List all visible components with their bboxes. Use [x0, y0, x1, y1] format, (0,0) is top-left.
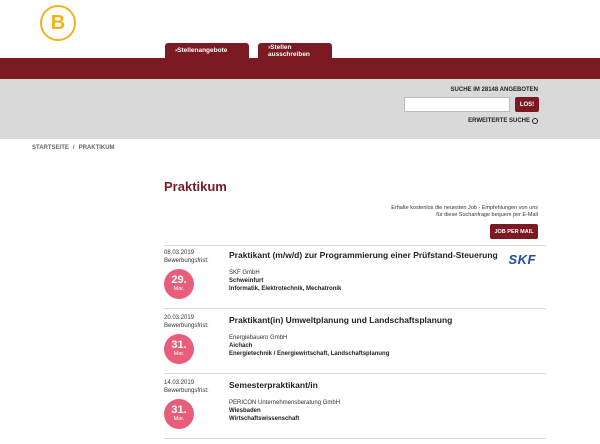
job-listing[interactable]: 14.03.2019 Bewerbungsfrist: 31. Mar. Sem…	[164, 380, 546, 435]
divider	[164, 308, 546, 309]
deadline-badge: 31. Mar.	[164, 334, 194, 364]
divider	[164, 438, 546, 439]
logo-letter: B	[50, 11, 66, 34]
job-field: Informatik, Elektrotechnik, Mechatronik	[229, 286, 342, 292]
deadline-label: Bewerbungsfrist:	[164, 388, 209, 394]
job-field: Energietechnik / Energiewirtschaft, Land…	[229, 351, 390, 357]
job-mail-text-line-2: für diese Suchanfrage bequem per E-Mail	[436, 212, 538, 218]
job-city: Schweinfurt	[229, 278, 264, 284]
job-mail-text: Erhalte kostenlos die neuesten Job - Emp…	[368, 205, 538, 219]
site-logo[interactable]: B	[40, 5, 76, 41]
job-city: Aichach	[229, 343, 253, 349]
advanced-search-label: ERWEITERTE SUCHE	[468, 118, 530, 124]
divider	[164, 373, 546, 374]
deadline-label: Bewerbungsfrist:	[164, 323, 209, 329]
advanced-search-link[interactable]: ERWEITERTE SUCHE	[468, 118, 538, 124]
job-field: Wirtschaftswissenschaft	[229, 416, 300, 422]
deadline-badge: 31. Mar.	[164, 399, 194, 429]
job-company: PERICON Unternehmensberatung GmbH	[229, 400, 341, 406]
job-title[interactable]: Semesterpraktikant/in	[229, 380, 318, 390]
job-listing[interactable]: 08.03.2019 Bewerbungsfrist: 29. Mar. Pra…	[164, 250, 546, 305]
job-listing[interactable]: 20.03.2019 Bewerbungsfrist: 31. Mar. Pra…	[164, 315, 546, 370]
job-date: 20.03.2019	[164, 315, 195, 321]
job-title[interactable]: Praktikant (m/w/d) zur Programmierung ei…	[229, 250, 498, 260]
breadcrumb-separator: /	[72, 145, 75, 151]
breadcrumb-home[interactable]: STARTSEITE	[32, 145, 69, 151]
job-date: 08.03.2019	[164, 250, 195, 256]
deadline-day: 31.	[171, 404, 187, 416]
job-per-mail-button[interactable]: JOB PER MAIL	[490, 224, 538, 239]
company-logo: SKF	[508, 252, 536, 267]
deadline-month: Mar.	[173, 416, 185, 422]
job-mail-text-line-1: Erhalte kostenlos die neuesten Job - Emp…	[391, 205, 538, 211]
job-title[interactable]: Praktikant(in) Umweltplanung und Landsch…	[229, 315, 452, 325]
search-input[interactable]	[404, 97, 510, 112]
job-company: Energiebauern GmbH	[229, 335, 288, 341]
deadline-day: 31.	[171, 339, 187, 351]
breadcrumb-current: PRAKTIKUM	[78, 145, 115, 151]
search-label: SUCHE IM 28148 ANGEBOTEN	[450, 87, 538, 93]
circle-arrow-icon	[532, 118, 538, 124]
tab-stellenangebote[interactable]: ›Stellenangebote	[165, 43, 249, 58]
job-company: SKF GmbH	[229, 270, 260, 276]
deadline-month: Mar.	[173, 286, 185, 292]
deadline-month: Mar.	[173, 351, 185, 357]
deadline-label: Bewerbungsfrist:	[164, 258, 209, 264]
deadline-badge: 29. Mar.	[164, 269, 194, 299]
tab-stellen-ausschreiben[interactable]: ›Stellen ausschreiben	[258, 43, 332, 58]
job-city: Wiesbaden	[229, 408, 261, 414]
search-button[interactable]: LOS!	[515, 97, 539, 112]
top-tabs: ›Stellenangebote ›Stellen ausschreiben	[165, 43, 332, 58]
job-date: 14.03.2019	[164, 380, 195, 386]
deadline-day: 29.	[171, 274, 187, 286]
header-bar	[0, 58, 600, 79]
page-title: Praktikum	[164, 179, 227, 194]
breadcrumb: STARTSEITE / PRAKTIKUM	[32, 145, 115, 151]
divider	[164, 245, 546, 246]
